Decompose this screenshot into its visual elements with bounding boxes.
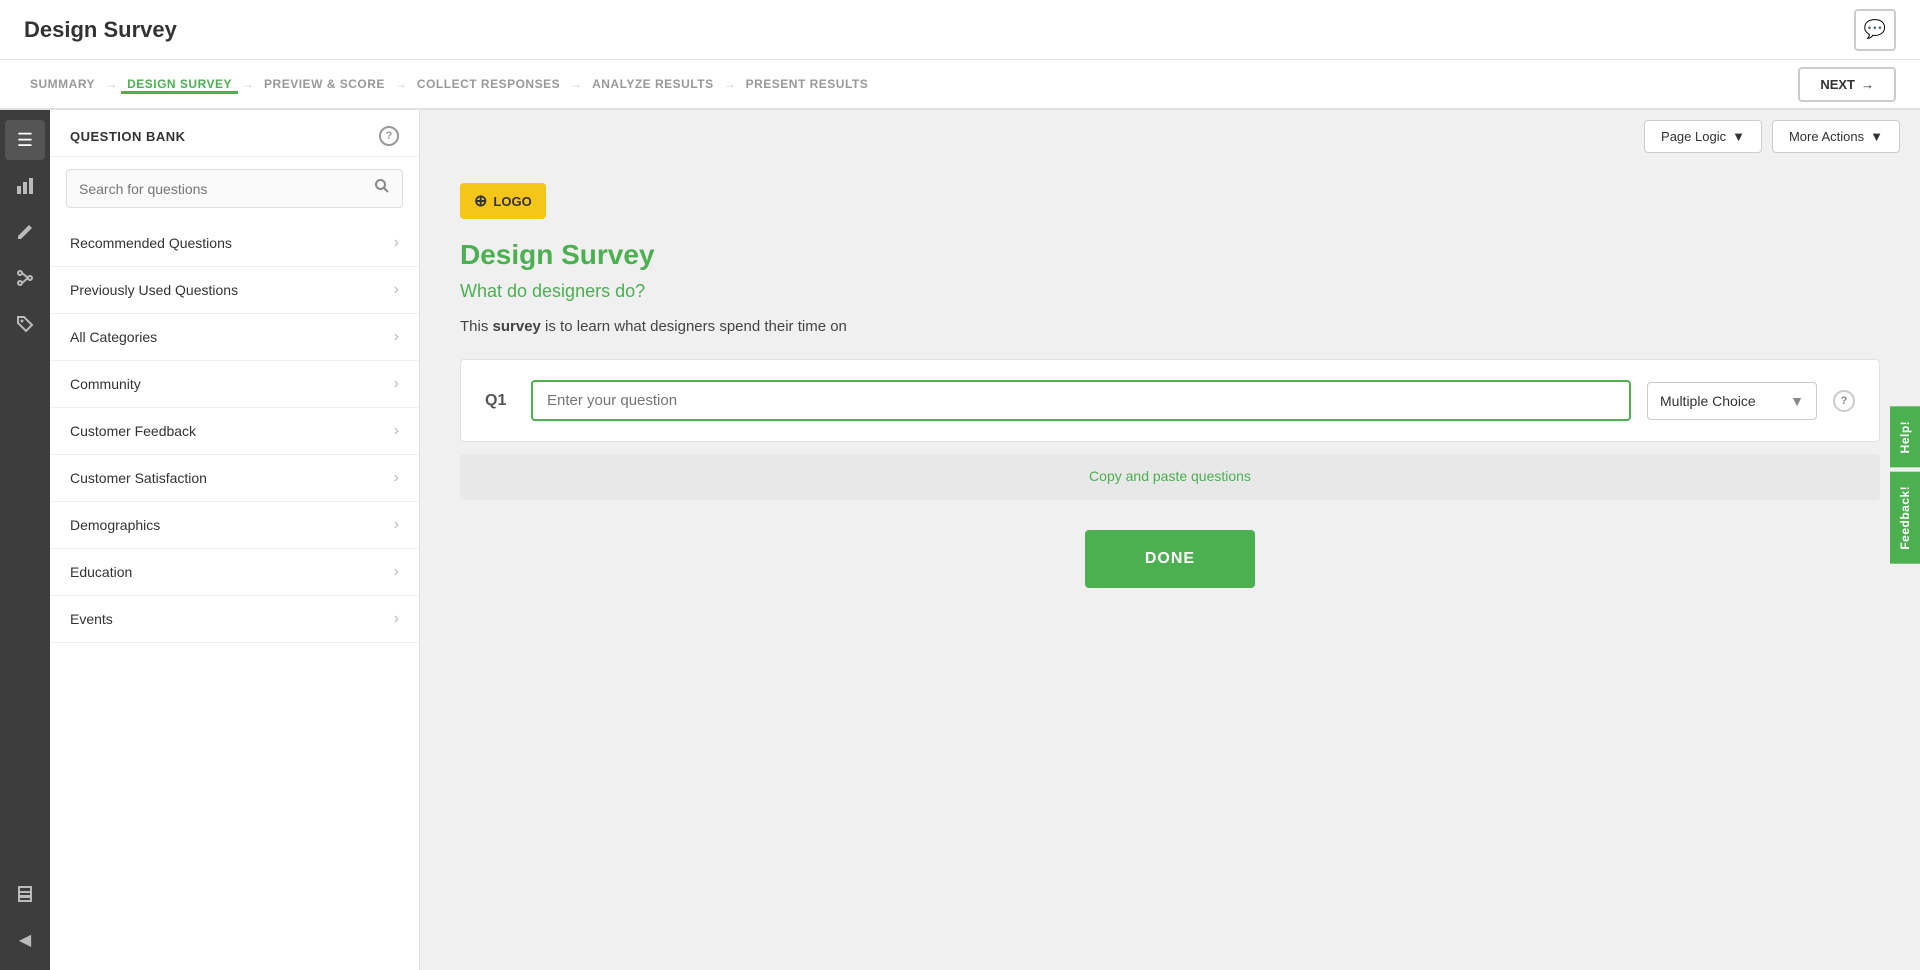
nav-step-analyze[interactable]: ANALYZE RESULTS: [586, 77, 720, 91]
search-icon[interactable]: [362, 170, 402, 207]
nav-arrow-1: →: [105, 77, 117, 91]
qb-item-label: Events: [70, 611, 113, 627]
chevron-right-icon: ›: [394, 328, 399, 346]
question-bank-header: QUESTION BANK ?: [50, 110, 419, 157]
copy-paste-row[interactable]: Copy and paste questions: [460, 454, 1880, 500]
done-row: DONE: [460, 520, 1880, 618]
sidebar-item-chart[interactable]: [5, 166, 45, 206]
qb-item-label: Previously Used Questions: [70, 282, 238, 298]
qb-item-label: All Categories: [70, 329, 157, 345]
qb-item-recommended[interactable]: Recommended Questions ›: [50, 220, 419, 267]
page-logic-label: Page Logic: [1661, 129, 1726, 144]
right-tabs: Help! Feedback!: [1890, 407, 1920, 563]
question-bank-help-icon[interactable]: ?: [379, 126, 399, 146]
nav-step-preview[interactable]: PREVIEW & SCORE: [258, 77, 391, 91]
done-button[interactable]: DONE: [1085, 530, 1255, 588]
question-help-icon[interactable]: ?: [1833, 390, 1855, 412]
page-logic-button[interactable]: Page Logic ▼: [1644, 120, 1762, 153]
more-actions-button[interactable]: More Actions ▼: [1772, 120, 1900, 153]
chevron-right-icon: ›: [394, 469, 399, 487]
sidebar-item-edit[interactable]: [5, 212, 45, 252]
desc-prefix: This: [460, 318, 493, 335]
qb-item-label: Customer Satisfaction: [70, 470, 207, 486]
sidebar-item-branch[interactable]: [5, 258, 45, 298]
question-bank-list: Recommended Questions › Previously Used …: [50, 220, 419, 970]
help-tab[interactable]: Help!: [1890, 407, 1920, 468]
chevron-right-icon: ›: [394, 516, 399, 534]
qb-item-label: Education: [70, 564, 132, 580]
nav-arrow-2: →: [242, 77, 254, 91]
nav-arrow-3: →: [395, 77, 407, 91]
sidebar-item-survey[interactable]: ☰: [5, 120, 45, 160]
chevron-right-icon: ›: [394, 422, 399, 440]
qb-item-demographics[interactable]: Demographics ›: [50, 502, 419, 549]
nav-step-design[interactable]: DESIGN SURVEY: [121, 77, 238, 94]
survey-title: Design Survey: [460, 239, 1880, 271]
next-label: NEXT: [1820, 77, 1855, 92]
qb-item-label: Recommended Questions: [70, 235, 232, 251]
qb-item-label: Community: [70, 376, 141, 392]
qb-item-all-categories[interactable]: All Categories ›: [50, 314, 419, 361]
nav-bar: SUMMARY → DESIGN SURVEY → PREVIEW & SCOR…: [0, 60, 1920, 110]
question-type-select[interactable]: Multiple Choice ▼: [1647, 382, 1817, 420]
next-button[interactable]: NEXT →: [1798, 67, 1896, 102]
sidebar-item-print[interactable]: [5, 874, 45, 914]
chevron-down-icon: ▼: [1732, 129, 1745, 144]
nav-steps: SUMMARY → DESIGN SURVEY → PREVIEW & SCOR…: [24, 77, 874, 91]
icon-sidebar: ☰ ◀: [0, 110, 50, 970]
qb-item-community[interactable]: Community ›: [50, 361, 419, 408]
logo-badge[interactable]: ⊕ LOGO: [460, 183, 546, 219]
feedback-tab[interactable]: Feedback!: [1890, 471, 1920, 563]
collapse-sidebar-button[interactable]: ◀: [5, 920, 45, 960]
chevron-down-icon: ▼: [1790, 393, 1804, 409]
qb-item-customer-feedback[interactable]: Customer Feedback ›: [50, 408, 419, 455]
survey-description: This survey is to learn what designers s…: [460, 318, 1880, 335]
qb-item-previously-used[interactable]: Previously Used Questions ›: [50, 267, 419, 314]
desc-suffix: is to learn what designers spend their t…: [541, 318, 847, 335]
question-bank-title: QUESTION BANK: [70, 129, 186, 144]
top-bar-right: 💬: [1854, 9, 1896, 51]
nav-arrow-4: →: [570, 77, 582, 91]
desc-bold: survey: [493, 318, 541, 335]
chevron-right-icon: ›: [394, 375, 399, 393]
chat-icon-button[interactable]: 💬: [1854, 9, 1896, 51]
question-bank-panel: QUESTION BANK ? Recommended Questions › …: [50, 110, 420, 970]
qb-item-label: Customer Feedback: [70, 423, 196, 439]
question-input[interactable]: [531, 380, 1631, 421]
nav-arrow-5: →: [724, 77, 736, 91]
chevron-right-icon: ›: [394, 234, 399, 252]
sidebar-bottom: ◀: [5, 874, 45, 960]
content-toolbar: Page Logic ▼ More Actions ▼: [420, 110, 1920, 163]
nav-step-present[interactable]: PRESENT RESULTS: [740, 77, 875, 91]
app-title: Design Survey: [24, 17, 177, 43]
main-content: Page Logic ▼ More Actions ▼ ⊕ LOGO Desig…: [420, 110, 1920, 970]
qb-item-events[interactable]: Events ›: [50, 596, 419, 643]
logo-label: LOGO: [493, 194, 531, 209]
sidebar-item-tags[interactable]: [5, 304, 45, 344]
search-input[interactable]: [67, 171, 362, 207]
chevron-right-icon: ›: [394, 610, 399, 628]
main-layout: ☰ ◀ QUESTION BANK ?: [0, 110, 1920, 970]
qb-item-education[interactable]: Education ›: [50, 549, 419, 596]
survey-canvas: ⊕ LOGO Design Survey What do designers d…: [420, 163, 1920, 970]
chevron-down-icon: ▼: [1870, 129, 1883, 144]
nav-step-summary[interactable]: SUMMARY: [24, 77, 101, 91]
more-actions-label: More Actions: [1789, 129, 1864, 144]
logo-plus-icon: ⊕: [474, 191, 487, 211]
question-block-q1: Q1 Multiple Choice ▼ ?: [460, 359, 1880, 442]
question-number: Q1: [485, 392, 515, 410]
chevron-right-icon: ›: [394, 563, 399, 581]
top-bar: Design Survey 💬: [0, 0, 1920, 60]
next-arrow-icon: →: [1861, 77, 1874, 92]
chevron-right-icon: ›: [394, 281, 399, 299]
question-bank-search[interactable]: [66, 169, 403, 208]
copy-paste-link[interactable]: Copy and paste questions: [1089, 468, 1251, 484]
qb-item-customer-satisfaction[interactable]: Customer Satisfaction ›: [50, 455, 419, 502]
question-type-label: Multiple Choice: [1660, 393, 1782, 409]
nav-step-collect[interactable]: COLLECT RESPONSES: [411, 77, 566, 91]
survey-subtitle: What do designers do?: [460, 281, 1880, 302]
qb-item-label: Demographics: [70, 517, 160, 533]
